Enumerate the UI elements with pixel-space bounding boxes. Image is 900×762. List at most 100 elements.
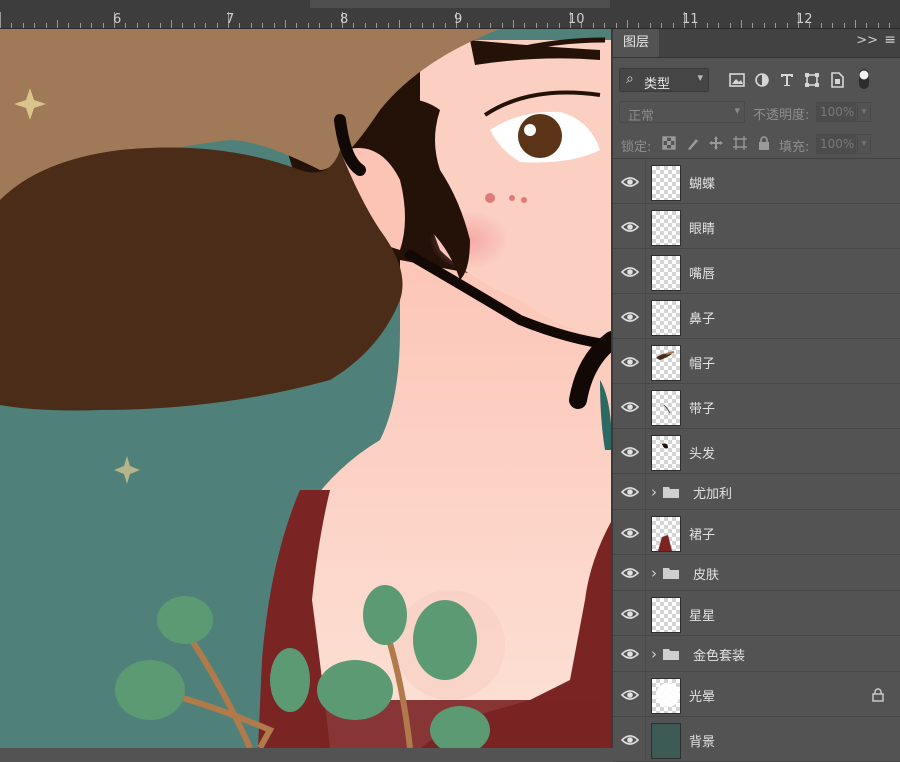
layer-group-row[interactable]: › 皮肤 <box>613 555 900 591</box>
filter-toggle-icon[interactable] <box>857 67 871 91</box>
lock-all-icon[interactable] <box>756 135 772 151</box>
ruler-tick <box>0 12 1 28</box>
document-canvas[interactable] <box>0 29 612 748</box>
layer-row[interactable]: 鼻子 <box>613 294 900 339</box>
ruler-tick <box>262 23 264 28</box>
eye-icon[interactable] <box>621 401 639 413</box>
eye-icon[interactable] <box>621 734 639 746</box>
hat-brim-under <box>0 147 403 411</box>
eye-icon[interactable] <box>621 176 639 188</box>
blend-mode-select[interactable]: 正常 ▾ <box>619 101 745 124</box>
menu-icon[interactable]: ≡ <box>884 32 896 48</box>
ruler-tick <box>547 23 549 28</box>
eye-icon[interactable] <box>621 486 639 498</box>
layer-row[interactable]: 帽子 <box>613 339 900 384</box>
layer-name: 裙子 <box>689 527 716 543</box>
filter-type-label: 类型 <box>644 77 671 92</box>
double-chevron-right-icon[interactable]: >> <box>856 33 878 48</box>
ruler-tick <box>649 23 651 28</box>
layer-group-row[interactable]: › 尤加利 <box>613 474 900 510</box>
ruler-tick <box>421 23 423 28</box>
layer-name: 蝴蝶 <box>689 176 716 192</box>
eye-icon[interactable] <box>621 221 639 233</box>
layer-row[interactable]: 裙子 <box>613 510 900 555</box>
search-icon: ⌕ <box>626 71 634 87</box>
eye-icon[interactable] <box>621 689 639 701</box>
ruler-tick <box>535 23 537 28</box>
eye-icon[interactable] <box>621 608 639 620</box>
chevron-right-icon[interactable]: › <box>651 645 657 663</box>
ruler-tick <box>478 23 480 28</box>
layer-thumbnail <box>651 389 681 426</box>
opacity-field[interactable]: 100% <box>816 102 856 122</box>
layer-group-row[interactable]: › 金色套装 <box>613 636 900 672</box>
ruler-tick <box>433 23 435 28</box>
ruler-tick <box>273 23 275 28</box>
ruler-tick <box>672 23 674 28</box>
layer-thumbnail <box>651 254 681 291</box>
smart-object-filter-icon[interactable] <box>828 71 846 89</box>
ruler-scroll-thumb[interactable] <box>310 0 610 8</box>
ruler-tick <box>558 23 560 28</box>
image-filter-icon[interactable] <box>728 71 746 89</box>
chevron-down-icon[interactable]: ▾ <box>857 134 871 154</box>
layer-thumbnail <box>651 722 681 759</box>
lock-transparent-pixels-icon[interactable] <box>661 135 677 151</box>
filter-type-select[interactable]: ⌕ 类型 ▾ <box>619 68 709 92</box>
ruler-tick <box>102 23 104 28</box>
chevron-right-icon[interactable]: › <box>651 564 657 582</box>
lock-artboard-icon[interactable] <box>732 135 748 151</box>
shape-filter-icon[interactable] <box>803 71 821 89</box>
panel-tab-bar: 图层 >> ≡ <box>613 29 900 58</box>
ruler-tick <box>319 23 321 28</box>
eye-icon[interactable] <box>621 567 639 579</box>
lock-icon[interactable] <box>872 687 884 702</box>
fill-field[interactable]: 100% <box>816 134 856 154</box>
ruler-number: 12 <box>796 12 813 27</box>
eye-icon[interactable] <box>621 311 639 323</box>
lock-image-pixels-icon[interactable] <box>685 135 701 151</box>
eye-icon[interactable] <box>621 356 639 368</box>
layer-row[interactable]: 蝴蝶 <box>613 159 900 204</box>
ruler-tick <box>524 23 526 28</box>
layer-row[interactable]: 背景 <box>613 717 900 762</box>
adjustment-filter-icon[interactable] <box>753 71 771 89</box>
layer-thumbnail <box>651 434 681 471</box>
eye-icon[interactable] <box>621 266 639 278</box>
eye-icon[interactable] <box>621 527 639 539</box>
eye-icon[interactable] <box>621 446 639 458</box>
lock-position-icon[interactable] <box>708 135 724 151</box>
ruler-tick <box>182 23 184 28</box>
ruler-number: 10 <box>568 12 585 27</box>
chevron-down-icon: ▾ <box>734 104 740 117</box>
ruler-tick <box>216 23 218 28</box>
layer-thumbnail <box>651 677 681 714</box>
ruler-tick <box>775 23 777 28</box>
layer-row[interactable]: 星星 <box>613 591 900 636</box>
ruler-tick <box>855 20 856 28</box>
ruler-tick <box>832 23 834 28</box>
ruler-tick <box>34 23 36 28</box>
layer-row[interactable]: 头发 <box>613 429 900 474</box>
ruler-tick <box>364 23 366 28</box>
layer-row[interactable]: 光晕 <box>613 672 900 717</box>
tab-layers[interactable]: 图层 <box>613 29 660 57</box>
ruler-tick <box>57 20 58 28</box>
layer-row[interactable]: 眼睛 <box>613 204 900 249</box>
layer-row[interactable]: 带子 <box>613 384 900 429</box>
fill-label: 填充: <box>779 140 810 155</box>
ruler-tick <box>171 20 172 28</box>
ruler-tick <box>205 23 207 28</box>
chevron-right-icon[interactable]: › <box>651 483 657 501</box>
chevron-down-icon[interactable]: ▾ <box>857 102 871 122</box>
folder-icon <box>663 568 679 579</box>
ruler-tick <box>444 23 446 28</box>
text-filter-icon[interactable] <box>778 71 796 89</box>
ruler-tick <box>763 23 765 28</box>
ruler-tick <box>592 23 594 28</box>
ruler-tick <box>399 20 400 28</box>
eye-icon[interactable] <box>621 648 639 660</box>
ruler-tick <box>627 20 628 28</box>
layer-thumbnail <box>651 344 681 381</box>
layer-row[interactable]: 嘴唇 <box>613 249 900 294</box>
